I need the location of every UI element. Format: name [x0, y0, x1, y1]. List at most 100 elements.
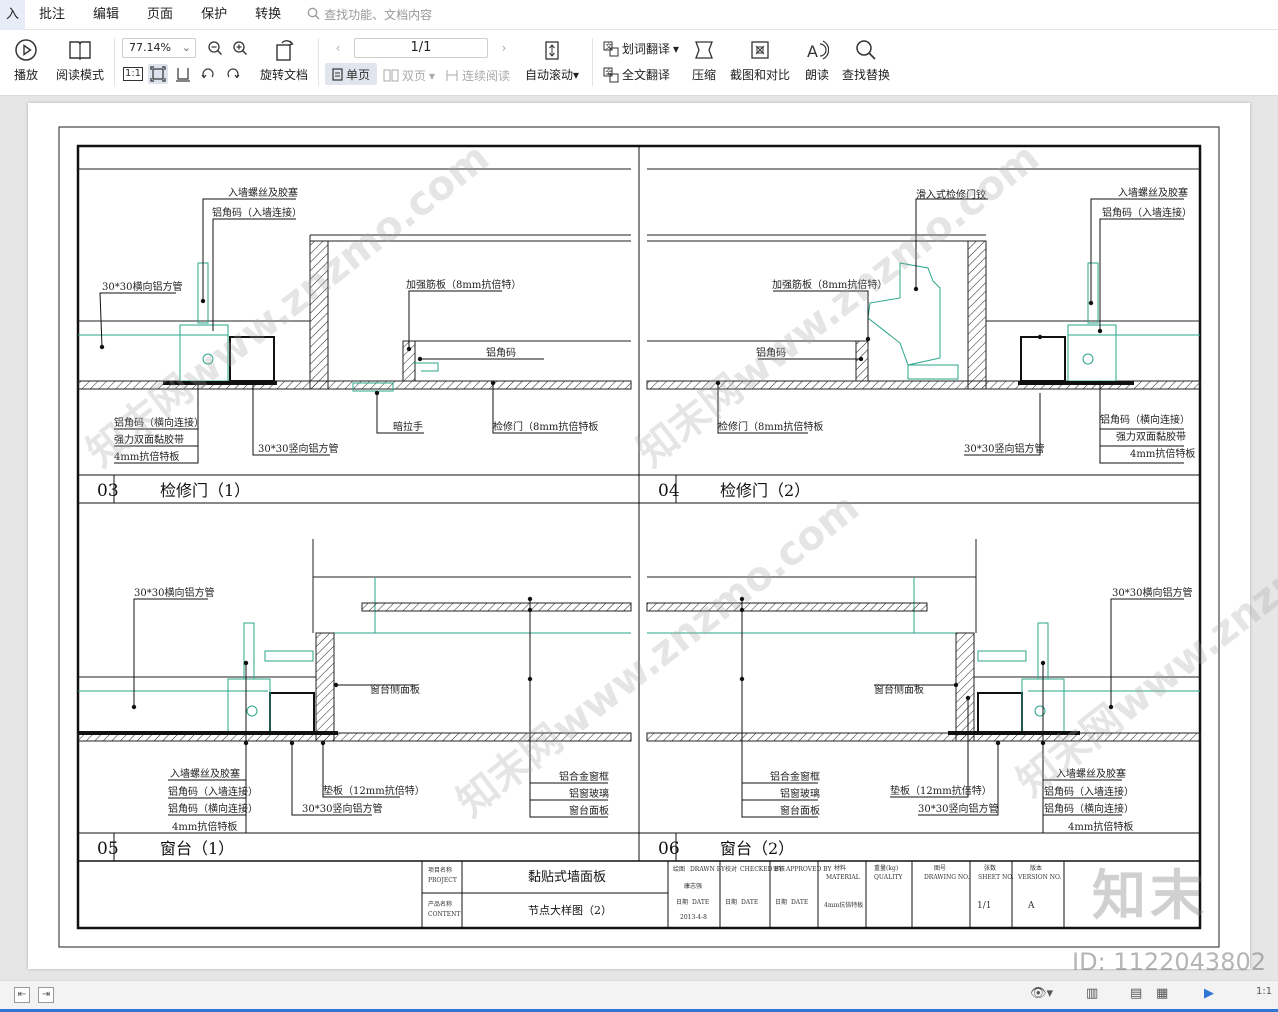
tb-content-value: 节点大样图（2）: [528, 903, 612, 917]
tb-sheet-en: SHEET NO.: [978, 874, 1014, 881]
compress-icon: [695, 41, 713, 59]
tb-content-label-en: CONTENT: [428, 911, 460, 918]
d04-label-stiffener: 加强筋板（8mm抗倍特）: [772, 278, 887, 291]
single-page-icon: [332, 67, 343, 81]
compress-button[interactable]: 压缩: [692, 38, 716, 83]
d03-label-tape: 强力双面黏胶带: [114, 433, 184, 446]
zoom-in-button[interactable]: [230, 38, 250, 58]
page-number-input[interactable]: 1/1: [354, 38, 488, 58]
zoom-out-button[interactable]: [205, 38, 225, 58]
full-translate-button[interactable]: 全 全文翻译: [603, 66, 670, 83]
play-button[interactable]: 播放: [14, 38, 38, 83]
tb-drawn-label: 绘图: [673, 865, 685, 873]
fit-width-icon: [176, 68, 190, 82]
screenshot-compare-button[interactable]: 截图和对比: [730, 38, 790, 83]
divider: [592, 38, 593, 86]
tb-material: 4mm抗倍特板: [824, 901, 863, 909]
d03-label-bracket-horizontal: 铝角码（横向连接）: [114, 416, 204, 429]
d05-label-window-frame: 铝合金窗框: [559, 770, 609, 783]
d04-label-vertical-tube: 30*30竖向铝方管: [964, 442, 1044, 455]
zoom-select[interactable]: 77.14% ⌄: [122, 38, 196, 58]
d04-label-screw: 入墙螺丝及胶塞: [1118, 186, 1188, 199]
menu-page[interactable]: 页面: [133, 0, 187, 30]
zoom-out-icon: [208, 41, 222, 55]
d04-label-bracket-wall: 铝角码（入墙连接）: [1102, 206, 1192, 219]
tb-date: 2013-4-8: [680, 914, 707, 921]
detail-05: 30*30横向铝方管 窗台侧面板 入墙螺丝及胶塞 铝角码（入墙连接） 铝角码（横…: [77, 539, 632, 834]
menu-annotate[interactable]: 批注: [25, 0, 79, 30]
d05-label-vertical-tube: 30*30竖向铝方管: [302, 802, 382, 815]
menu-edit[interactable]: 编辑: [79, 0, 133, 30]
d04-label-tape: 强力双面黏胶带: [1116, 430, 1186, 443]
double-page-label: 双页: [402, 69, 427, 83]
d05-label-bracket-horizontal: 铝角码（横向连接）: [168, 802, 258, 815]
read-aloud-button[interactable]: A 朗读: [805, 38, 829, 83]
d04-label-door: 检修门（8mm抗倍特板: [718, 420, 823, 433]
sidebar-toggle-right[interactable]: ⇥: [38, 987, 54, 1003]
fit-page-button[interactable]: [148, 64, 168, 84]
brand-logo: 知末: [1092, 863, 1208, 927]
rotate-left-button[interactable]: [198, 64, 218, 84]
continuous-read-button[interactable]: 连续阅读: [445, 67, 510, 84]
title-block: 项目名称 PROJECT 黏贴式墙面板 产品名称 CONTENT 节点大样图（2…: [421, 861, 1065, 928]
read-mode-button[interactable]: 阅读模式: [56, 38, 104, 83]
feature-search[interactable]: 查找功能、文档内容: [307, 6, 432, 23]
continuous-view-icon[interactable]: ▥: [1086, 986, 1098, 1001]
d03-label-handle: 暗拉手: [393, 420, 423, 433]
prev-page-button[interactable]: ‹: [328, 38, 348, 58]
d03-label-door: 检修门（8mm抗倍特板: [493, 420, 598, 433]
rotate-document-button[interactable]: 旋转文档: [260, 38, 308, 83]
d03-label-screw: 入墙螺丝及胶塞: [228, 186, 298, 199]
menu-convert[interactable]: 转换: [241, 0, 295, 30]
d05-label-horizontal-tube: 30*30横向铝方管: [134, 586, 214, 599]
chevron-down-icon: ⌄: [181, 41, 191, 54]
compress-label: 压缩: [692, 68, 717, 82]
divider: [114, 38, 115, 86]
play-icon[interactable]: ▶: [1204, 986, 1214, 1001]
d06-label-window-frame: 铝合金窗框: [770, 770, 820, 783]
find-replace-button[interactable]: 查找替换: [842, 38, 890, 83]
next-page-button[interactable]: ›: [494, 38, 514, 58]
detail-04: 滑入式检修门铰 入墙螺丝及胶塞 铝角码（入墙连接） 加强筋板（8mm抗倍特） 铝…: [646, 168, 1201, 464]
d05-label-glass: 铝窗玻璃: [569, 787, 609, 800]
image-id: ID: 1122043802: [1072, 948, 1266, 976]
double-page-button[interactable]: 双页 ▾: [383, 67, 435, 84]
full-translate-label: 全文翻译: [622, 68, 671, 82]
search-placeholder: 查找功能、文档内容: [324, 8, 433, 22]
book-icon: [69, 41, 91, 60]
sidebar-toggle-left[interactable]: ⇤: [14, 987, 30, 1003]
play-label: 播放: [14, 68, 39, 82]
d06-label-bracket-horizontal: 铝角码（横向连接）: [1044, 802, 1134, 815]
actual-size-icon[interactable]: 1:1: [1256, 986, 1272, 997]
svg-text:A: A: [807, 42, 818, 61]
menu-protect[interactable]: 保护: [187, 0, 241, 30]
svg-text:全: 全: [605, 67, 612, 76]
zoom-in-icon: [233, 41, 247, 55]
read-aloud-label: 朗读: [805, 68, 830, 82]
single-page-view-icon[interactable]: ▤: [1130, 986, 1142, 1001]
chevron-down-icon: ▾: [673, 41, 680, 56]
ribbon-toolbar: 播放 阅读模式 77.14% ⌄ 1:1 旋转文档 ‹ 1/1 › 单页 双页 …: [0, 30, 1278, 96]
single-page-button[interactable]: 单页: [325, 63, 377, 85]
fit-width-button[interactable]: [173, 64, 193, 84]
chevron-left-icon: ‹: [335, 41, 341, 55]
detail-06: 30*30横向铝方管 窗台侧面板 铝合金窗框 铝窗玻璃 窗台面板 垫板（12mm…: [646, 539, 1201, 834]
d06-label-side-panel: 窗台侧面板: [874, 683, 924, 696]
menu-insert[interactable]: 入: [0, 0, 26, 30]
eye-icon[interactable]: 👁▾: [1030, 986, 1053, 1001]
auto-scroll-button[interactable]: 自动滚动▾: [525, 38, 579, 83]
tb-weight-label: 重量(kg): [874, 864, 898, 872]
d05-label-side-panel: 窗台侧面板: [370, 683, 420, 696]
double-page-view-icon[interactable]: ▦: [1156, 986, 1168, 1001]
word-translate-button[interactable]: 文 划词翻译 ▾: [603, 40, 679, 57]
translate-icon: 文: [603, 41, 619, 56]
screenshot-compare-label: 截图和对比: [730, 68, 791, 82]
d05-label-pad: 垫板（12mm抗倍特）: [323, 784, 425, 797]
d05-label-board: 4mm抗倍特板: [172, 820, 237, 833]
auto-scroll-label: 自动滚动▾: [525, 68, 580, 82]
d06-label-sill-panel: 窗台面板: [780, 804, 820, 817]
actual-size-button[interactable]: 1:1: [122, 64, 144, 84]
tb-drawing-no-en: DRAWING NO.: [924, 874, 970, 881]
document-area[interactable]: 03 检修门（1） 04 检修门（2） 05 窗台（1） 06 窗台（2） 入墙…: [0, 96, 1278, 980]
rotate-right-button[interactable]: [223, 64, 243, 84]
